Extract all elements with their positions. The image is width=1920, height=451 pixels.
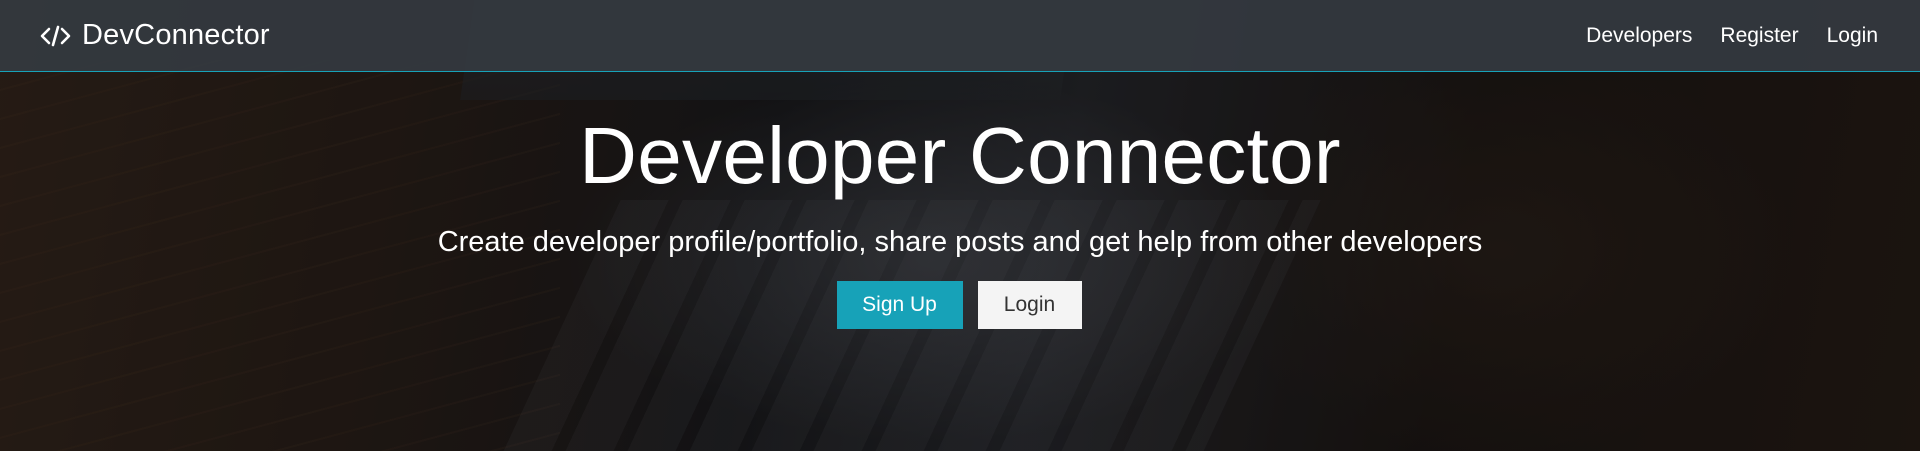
sign-up-button[interactable]: Sign Up	[836, 281, 963, 329]
brand-link[interactable]: DevConnector	[40, 19, 270, 52]
nav-link-developers[interactable]: Developers	[1586, 24, 1692, 48]
page-title: Developer Connector	[579, 111, 1341, 200]
code-icon	[40, 24, 72, 48]
nav-links: Developers Register Login	[1558, 24, 1878, 48]
navbar: DevConnector Developers Register Login	[0, 0, 1920, 72]
landing-inner: Developer Connector Create developer pro…	[0, 100, 1920, 329]
lead-text: Create developer profile/portfolio, shar…	[437, 226, 1483, 258]
brand-text: DevConnector	[82, 19, 270, 51]
landing-hero: DevConnector Developers Register Login D…	[0, 0, 1920, 451]
cta-buttons: Sign Up Login	[0, 281, 1920, 329]
login-button[interactable]: Login	[977, 281, 1082, 329]
nav-link-login[interactable]: Login	[1827, 24, 1878, 48]
nav-link-register[interactable]: Register	[1720, 24, 1798, 48]
